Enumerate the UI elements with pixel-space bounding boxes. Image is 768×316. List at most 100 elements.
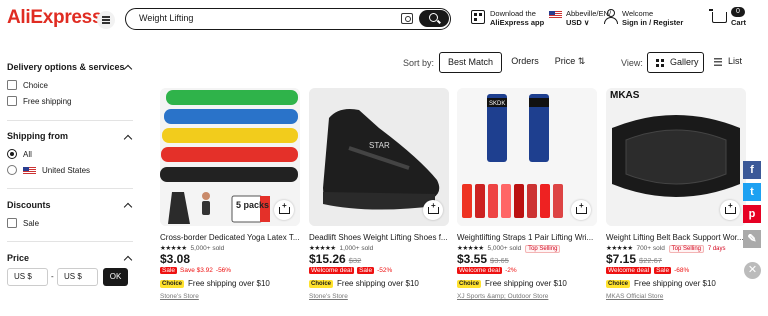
download-app-link[interactable]: Download the AliExpress app bbox=[490, 9, 544, 27]
header: AliExpress Weight Lifting Download the A… bbox=[0, 0, 768, 40]
product-price: $7.15 $22.67 bbox=[606, 252, 662, 266]
shipping-from-title[interactable]: Shipping from bbox=[7, 131, 68, 141]
ship-from-all[interactable]: All bbox=[7, 149, 32, 159]
deal-tags: Welcome deal -2% bbox=[457, 267, 517, 274]
product-title[interactable]: Weight Lifting Belt Back Support Wor... bbox=[606, 233, 746, 242]
star-rating-icon: ★★★★★ bbox=[309, 245, 336, 252]
add-to-cart-icon[interactable] bbox=[423, 200, 443, 220]
cart-label[interactable]: Cart bbox=[731, 18, 746, 27]
edit-icon[interactable]: ✎ bbox=[743, 230, 761, 248]
user-icon[interactable] bbox=[603, 9, 618, 24]
store-link[interactable]: MKAS Official Store bbox=[606, 293, 663, 300]
shipping-info: Choice Free shipping over $10 bbox=[606, 279, 716, 288]
filter-choice[interactable]: Choice bbox=[7, 80, 48, 90]
view-list[interactable]: List bbox=[706, 52, 748, 73]
product-title[interactable]: Cross-border Dedicated Yoga Latex T... bbox=[160, 233, 300, 242]
product-image[interactable]: STAR bbox=[309, 88, 449, 226]
star-rating-icon: ★★★★★ bbox=[160, 245, 187, 252]
checkbox[interactable] bbox=[7, 218, 17, 228]
radio-selected[interactable] bbox=[7, 149, 17, 159]
us-flag-icon[interactable] bbox=[549, 11, 562, 19]
sort-by-label: Sort by: bbox=[403, 58, 435, 68]
sold-count: 5,000+ sold bbox=[487, 245, 522, 252]
welcome-deal-tag: Welcome deal bbox=[606, 267, 652, 274]
checkbox[interactable] bbox=[7, 96, 17, 106]
sale-tag: Sale bbox=[160, 267, 178, 274]
delivery-options-title[interactable]: Delivery options & services bbox=[7, 62, 125, 72]
price-min-input[interactable]: US $ bbox=[7, 268, 48, 286]
grid-icon bbox=[656, 59, 664, 67]
add-to-cart-icon[interactable] bbox=[720, 200, 740, 220]
product-image[interactable]: MKAS bbox=[606, 88, 746, 226]
ship-from-us[interactable]: United States bbox=[7, 165, 90, 175]
list-icon bbox=[714, 58, 722, 66]
original-price: $22.67 bbox=[639, 256, 662, 265]
checkbox[interactable] bbox=[7, 80, 17, 90]
chevron-up-icon[interactable] bbox=[123, 255, 133, 265]
price-max-input[interactable]: US $ bbox=[57, 268, 98, 286]
product-price: $3.08 bbox=[160, 252, 190, 266]
welcome-line2: Sign in / Register bbox=[622, 18, 684, 27]
us-flag-icon bbox=[23, 167, 36, 175]
chevron-up-icon[interactable] bbox=[123, 134, 133, 144]
chevron-up-icon[interactable] bbox=[123, 202, 133, 212]
original-price: $32 bbox=[348, 256, 362, 265]
cart-icon[interactable] bbox=[709, 9, 727, 23]
product-title[interactable]: Weightlifting Straps 1 Pair Lifting Wri.… bbox=[457, 233, 597, 242]
add-to-cart-icon[interactable] bbox=[571, 200, 591, 220]
search-bar[interactable]: Weight Lifting bbox=[125, 8, 451, 30]
download-line1: Download the bbox=[490, 9, 536, 18]
filter-free-shipping[interactable]: Free shipping bbox=[7, 96, 71, 106]
star-rating-icon: ★★★★★ bbox=[606, 245, 633, 252]
sort-price[interactable]: Price ⇅ bbox=[549, 52, 591, 73]
sign-in-link[interactable]: Welcome Sign in / Register bbox=[622, 9, 683, 27]
sale-tag: Sale bbox=[654, 267, 672, 274]
view-gallery[interactable]: Gallery bbox=[647, 52, 704, 73]
view-list-label: List bbox=[728, 56, 743, 66]
qr-code-icon[interactable] bbox=[471, 10, 485, 24]
search-input[interactable]: Weight Lifting bbox=[139, 13, 193, 23]
divider bbox=[7, 241, 133, 242]
camera-search-icon[interactable] bbox=[401, 13, 413, 24]
add-to-cart-icon[interactable] bbox=[274, 200, 294, 220]
shipping-text: Free shipping over $10 bbox=[634, 279, 716, 288]
pinterest-share-icon[interactable]: p bbox=[743, 205, 761, 223]
facebook-share-icon[interactable]: f bbox=[743, 161, 761, 179]
filter-free-shipping-label: Free shipping bbox=[23, 96, 72, 106]
shoe-brand-text: STAR bbox=[369, 141, 390, 150]
current-price: $3.55 bbox=[457, 252, 488, 266]
product-title[interactable]: Deadlift Shoes Weight Lifting Shoes f... bbox=[309, 233, 449, 242]
aliexpress-logo[interactable]: AliExpress bbox=[7, 7, 103, 29]
choice-badge: Choice bbox=[457, 279, 482, 288]
price-ok-button[interactable]: OK bbox=[103, 268, 128, 286]
store-link[interactable]: Stone's Store bbox=[309, 293, 348, 300]
menu-icon[interactable] bbox=[97, 11, 115, 29]
product-image[interactable]: SKDK bbox=[457, 88, 597, 226]
filter-sale-label: Sale bbox=[23, 218, 40, 228]
sort-orders[interactable]: Orders bbox=[505, 52, 545, 73]
view-label: View: bbox=[621, 58, 643, 68]
discount-tag: -56% bbox=[215, 267, 232, 274]
download-line2: AliExpress app bbox=[490, 18, 545, 27]
radio[interactable] bbox=[7, 165, 17, 175]
divider bbox=[7, 188, 133, 189]
discount-tag: -68% bbox=[674, 267, 690, 274]
star-rating-icon: ★★★★★ bbox=[457, 245, 484, 252]
store-link[interactable]: Stone's Store bbox=[160, 293, 199, 300]
current-price: $7.15 bbox=[606, 252, 637, 266]
twitter-share-icon[interactable]: t bbox=[743, 183, 761, 201]
product-image[interactable]: 5 packs bbox=[160, 88, 300, 226]
store-link[interactable]: XJ Sports &amp; Outdoor Store bbox=[457, 293, 548, 300]
search-button[interactable] bbox=[419, 10, 449, 27]
filter-sale[interactable]: Sale bbox=[7, 218, 39, 228]
discounts-title[interactable]: Discounts bbox=[7, 200, 51, 210]
product-rating: ★★★★★ 1,000+ sold bbox=[309, 244, 373, 252]
price-title[interactable]: Price bbox=[7, 253, 29, 263]
sort-best-match[interactable]: Best Match bbox=[439, 52, 502, 73]
shipping-text: Free shipping over $10 bbox=[485, 279, 567, 288]
ship-from-all-label: All bbox=[23, 149, 32, 159]
close-icon[interactable]: ✕ bbox=[744, 262, 761, 279]
welcome-deal-tag: Welcome deal bbox=[309, 267, 355, 274]
sold-count: 5,000+ sold bbox=[190, 245, 225, 252]
chevron-up-icon[interactable] bbox=[123, 64, 133, 74]
